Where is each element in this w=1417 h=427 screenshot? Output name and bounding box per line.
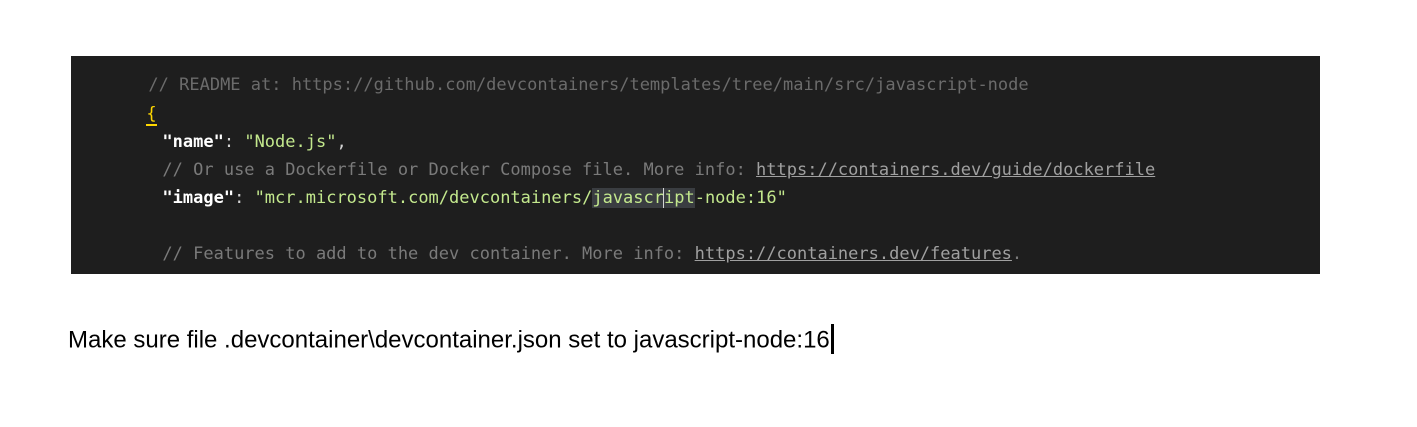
features-comment-end: . bbox=[1011, 244, 1023, 264]
features-comment: // Features to add to the dev container.… bbox=[162, 244, 695, 264]
image-key[interactable]: "image" bbox=[162, 188, 234, 208]
page: // README at: https://github.com/devcont… bbox=[0, 0, 1417, 427]
image-value-highlight-b[interactable]: ipt bbox=[663, 188, 695, 208]
line-name: "name": "Node.js", bbox=[85, 100, 346, 152]
image-separator: : bbox=[234, 188, 255, 208]
caption-text: Make sure file .devcontainer\devcontaine… bbox=[68, 326, 830, 354]
line-image: "image": "mcr.microsoft.com/devcontainer… bbox=[85, 156, 787, 208]
code-editor-screenshot: // README at: https://github.com/devcont… bbox=[71, 56, 1320, 274]
image-value-highlight-a[interactable]: javascr bbox=[592, 188, 664, 208]
line-comment-features: // Features to add to the dev container.… bbox=[85, 212, 1022, 264]
image-value-prefix[interactable]: "mcr.microsoft.com/devcontainers/ bbox=[255, 188, 593, 208]
line-open-brace: { bbox=[85, 72, 157, 126]
features-link[interactable]: https://containers.dev/features bbox=[695, 244, 1012, 264]
caption-text-cursor bbox=[830, 324, 834, 354]
image-value-suffix[interactable]: -node:16" bbox=[695, 188, 787, 208]
cut-off-comment-line: // README at: https://github.com/devcont… bbox=[87, 56, 1028, 95]
readme-comment: // README at: https://github.com/devcont… bbox=[148, 75, 1029, 95]
instruction-caption: Make sure file .devcontainer\devcontaine… bbox=[68, 324, 834, 356]
dockerfile-link[interactable]: https://containers.dev/guide/dockerfile bbox=[756, 160, 1155, 180]
line-comment-dockerfile: // Or use a Dockerfile or Docker Compose… bbox=[85, 128, 1155, 180]
